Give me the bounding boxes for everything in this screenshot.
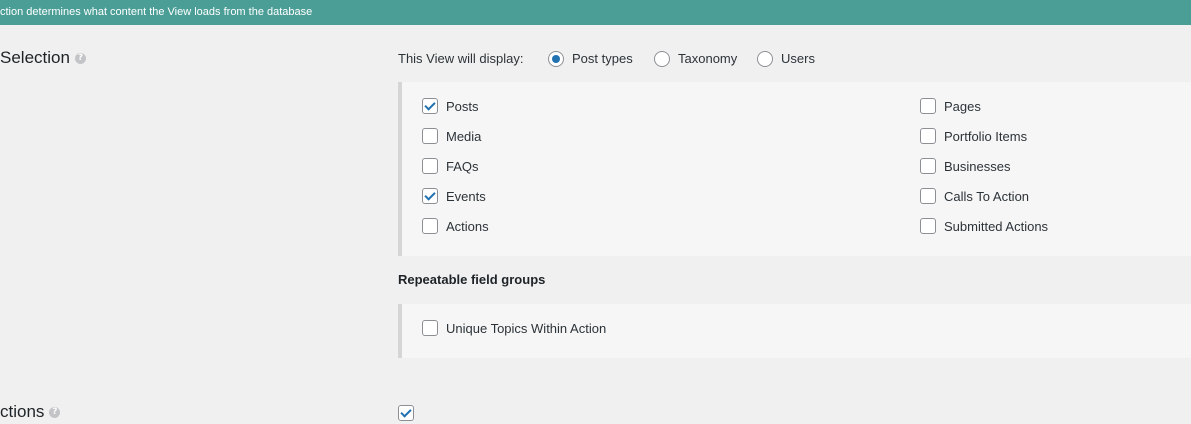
checkbox[interactable] [920,128,936,144]
radio-button[interactable] [757,51,773,67]
radio-label: Users [781,51,815,66]
checkbox-label: Actions [446,219,489,234]
checkbox[interactable] [422,128,438,144]
checkbox[interactable] [422,98,438,114]
checkbox[interactable] [422,188,438,204]
radio-label: Post types [572,51,633,66]
section-title-text: Selection [0,48,70,67]
checkbox[interactable] [422,320,438,336]
checkbox[interactable] [920,218,936,234]
checkbox-label: Pages [944,99,981,114]
checkbox-label: Businesses [944,159,1011,174]
question-circle-icon[interactable]: ? [49,407,61,419]
display-label: This View will display: [398,51,524,66]
checkbox-label: Portfolio Items [944,129,1028,144]
question-circle-icon[interactable]: ? [74,53,86,65]
post-types-panel: Posts Media FAQs Events Actions Pages Po… [398,82,1191,256]
radio-button[interactable] [548,51,564,67]
checkbox[interactable] [422,158,438,174]
checkbox-label: Posts [446,99,479,114]
checkbox-label: Events [446,189,486,204]
checkbox-label: Calls To Action [944,189,1030,204]
checkbox[interactable] [920,158,936,174]
checkbox-label: Unique Topics Within Action [446,321,607,336]
section-title: Selection? [0,46,86,70]
section-description-banner: ction determines what content the View l… [0,0,1191,25]
radio-button[interactable] [654,51,670,67]
repeatable-field-groups-panel: Unique Topics Within Action [398,304,1191,358]
banner-text: ction determines what content the View l… [0,6,313,18]
next-section-title: ctions? [0,400,61,424]
checkbox[interactable] [422,218,438,234]
next-section-checkbox[interactable] [398,405,414,421]
radio-label: Taxonomy [678,51,738,66]
repeatable-field-groups-heading: Repeatable field groups [398,272,546,287]
checkbox-label: FAQs [446,159,479,174]
checkbox[interactable] [920,98,936,114]
checkbox-label: Submitted Actions [944,219,1049,234]
checkbox-label: Media [446,129,482,144]
checkbox[interactable] [920,188,936,204]
